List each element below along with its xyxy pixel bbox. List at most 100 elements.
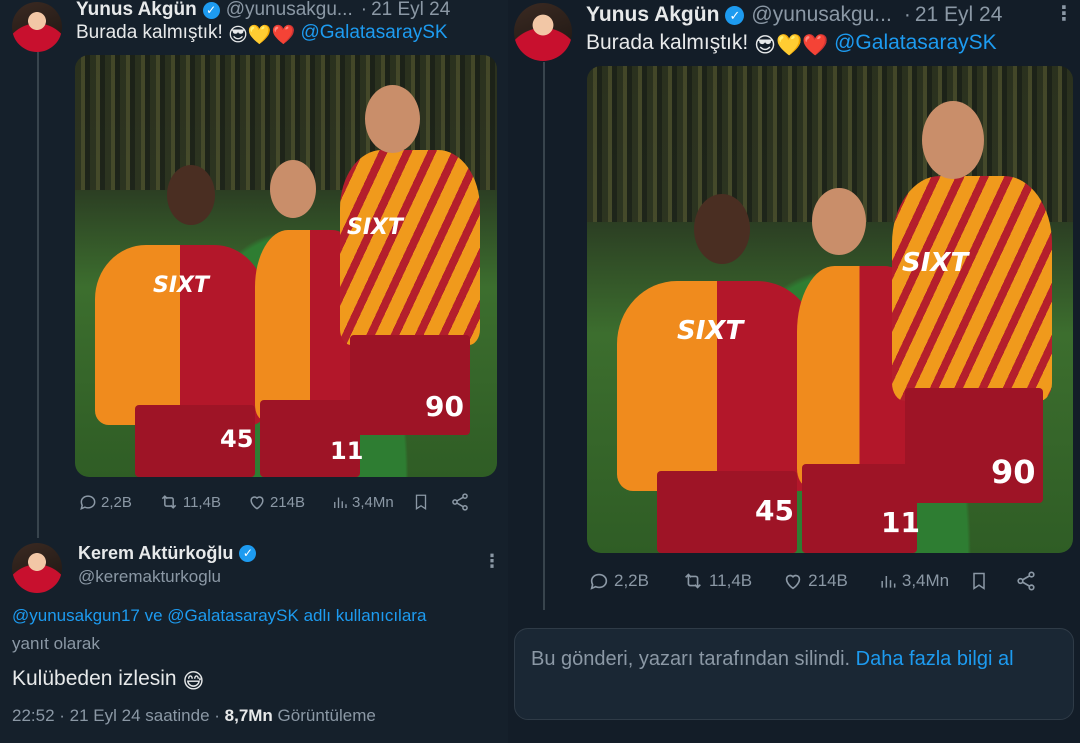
photo-head [270, 160, 316, 218]
photo-number: 90 [425, 390, 464, 423]
author-name[interactable]: Yunus Akgün [76, 0, 197, 21]
photo-head [812, 188, 866, 255]
heart-icon [785, 574, 801, 590]
reply-icon [590, 573, 608, 590]
verified-badge-icon: ✓ [725, 5, 745, 25]
views-action[interactable]: 3,4Mn [878, 570, 949, 592]
reply-author-handle[interactable]: @keremakturkoglu [78, 567, 221, 587]
deleted-post-notice: Bu gönderi, yazarı tarafından silindi. D… [514, 628, 1074, 720]
replying-to: @yunusakgun17 ve @GalatasaraySK adlı kul… [12, 602, 504, 658]
separator-dot: · [903, 3, 911, 26]
retweet-count: 11,4B [708, 571, 753, 590]
like-count: 214B [269, 493, 305, 511]
reply-action[interactable]: 2,2B [588, 570, 649, 592]
retweet-action[interactable]: 11,4B [681, 570, 752, 592]
author-name[interactable]: Yunus Akgün [586, 3, 719, 27]
tweet-body: Burada kalmıştık! [586, 31, 749, 54]
reply-views-label: Görüntüleme [272, 706, 376, 725]
thread-line [37, 50, 39, 538]
views-count: 3,4Mn [901, 571, 950, 590]
left-screenshot: Yunus Akgün ✓ @yunusakgu... · 21 Eyl 24 … [0, 0, 508, 743]
photo-head [365, 85, 420, 153]
photo-sponsor: SIXT [677, 316, 744, 346]
bookmark-action[interactable] [412, 492, 430, 512]
mention-link[interactable]: @GalatasaraySK [834, 31, 997, 54]
more-options-icon[interactable]: ⋮ [1054, 4, 1074, 24]
retweet-icon [685, 573, 701, 589]
avatar-yunus[interactable] [12, 2, 62, 52]
photo-head [694, 194, 750, 264]
tweet-text: Burada kalmıştık! 😎💛❤️ @GalatasaraySK [586, 31, 997, 58]
photo-number: 11 [881, 506, 920, 539]
bookmark-action[interactable] [969, 570, 989, 592]
like-count: 214B [808, 571, 848, 590]
reply-count: 2,2B [614, 571, 649, 590]
photo-player-left [95, 245, 265, 425]
tweet-emojis: 😎💛❤️ [228, 25, 296, 46]
avatar-kerem[interactable] [12, 543, 62, 593]
author-handle[interactable]: @yunusakgu... [751, 3, 891, 27]
share-icon [1017, 571, 1035, 591]
tweet-photo[interactable]: SIXT SIXT 45 11 90 [587, 66, 1073, 553]
reply-action[interactable]: 2,2B [78, 492, 132, 512]
photo-number: 45 [755, 494, 794, 527]
photo-sponsor: SIXT [153, 273, 209, 298]
tweet-emojis: 😎💛❤️ [754, 34, 829, 57]
more-options-icon[interactable]: ⋮ [483, 552, 501, 570]
views-action[interactable]: 3,4Mn [331, 492, 394, 512]
share-action[interactable] [1015, 570, 1037, 592]
author-handle[interactable]: @yunusakgu... [226, 0, 353, 21]
tweet-actions: 2,2B 11,4B 214B 3,4Mn [588, 568, 1037, 594]
reply-author-name[interactable]: Kerem Aktürkoğlu [78, 543, 233, 564]
deleted-post-message: Bu gönderi, yazarı tarafından silindi. [531, 648, 851, 670]
tweet-photo[interactable]: SIXT SIXT 45 11 90 [75, 55, 497, 477]
retweet-icon [161, 495, 177, 509]
learn-more-link[interactable]: Daha fazla bilgi al [856, 648, 1014, 670]
photo-player-right [340, 150, 480, 345]
reply-header: Kerem Aktürkoğlu ✓ [78, 541, 257, 565]
tweet-header: Yunus Akgün ✓ @yunusakgu... · 21 Eyl 24 [586, 2, 1002, 28]
tweet-body: Burada kalmıştık! [76, 22, 223, 43]
reply-timestamp[interactable]: 22:52 · 21 Eyl 24 saatinde · [12, 706, 225, 725]
mention-link[interactable]: @GalatasaraySK [300, 22, 447, 43]
verified-badge-icon: ✓ [239, 544, 257, 562]
views-count: 3,4Mn [352, 493, 394, 511]
reply-emoji: 😅 [182, 670, 205, 693]
right-screenshot: Yunus Akgün ✓ @yunusakgu... · 21 Eyl 24 … [508, 0, 1080, 743]
reply-handle-row: @keremakturkoglu [78, 566, 221, 588]
share-action[interactable] [450, 492, 470, 512]
reply-to-mentions[interactable]: @yunusakgun17 ve @GalatasaraySK adlı kul… [12, 602, 504, 630]
views-icon [881, 576, 896, 588]
tweet-date[interactable]: 21 Eyl 24 [371, 0, 450, 21]
retweet-action[interactable]: 11,4B [158, 492, 221, 512]
reply-text: Kulübeden izlesin 😅 [12, 667, 204, 694]
photo-number: 11 [330, 437, 364, 465]
bookmark-icon [415, 494, 426, 511]
photo-head [922, 101, 984, 179]
photo-player-right [892, 176, 1052, 401]
heart-icon [250, 496, 264, 510]
bookmark-icon [973, 572, 985, 590]
reply-body: Kulübeden izlesin [12, 667, 177, 690]
deleted-post-text: Bu gönderi, yazarı tarafından silindi. D… [531, 643, 1051, 675]
tweet-header: Yunus Akgün ✓ @yunusakgu... · 21 Eyl 24 [76, 0, 450, 22]
share-icon [451, 493, 468, 511]
like-action[interactable]: 214B [247, 492, 305, 512]
reply-to-suffix: yanıt olarak [12, 634, 100, 653]
photo-head [167, 165, 215, 225]
reply-meta: 22:52 · 21 Eyl 24 saatinde · 8,7Mn Görün… [12, 706, 376, 726]
like-action[interactable]: 214B [782, 570, 848, 592]
reply-icon [80, 495, 96, 510]
photo-number: 45 [220, 425, 254, 453]
photo-sponsor: SIXT [347, 215, 403, 240]
verified-badge-icon: ✓ [202, 1, 220, 19]
photo-number: 90 [991, 453, 1036, 491]
avatar-yunus[interactable] [514, 3, 572, 61]
tweet-date[interactable]: 21 Eyl 24 [915, 3, 1003, 27]
tweet-actions: 2,2B 11,4B 214B 3,4Mn [78, 490, 470, 514]
separator-dot: · [360, 0, 368, 20]
reply-count: 2,2B [101, 493, 132, 511]
photo-sponsor: SIXT [902, 248, 969, 278]
retweet-count: 11,4B [182, 493, 221, 511]
views-icon [334, 497, 347, 508]
